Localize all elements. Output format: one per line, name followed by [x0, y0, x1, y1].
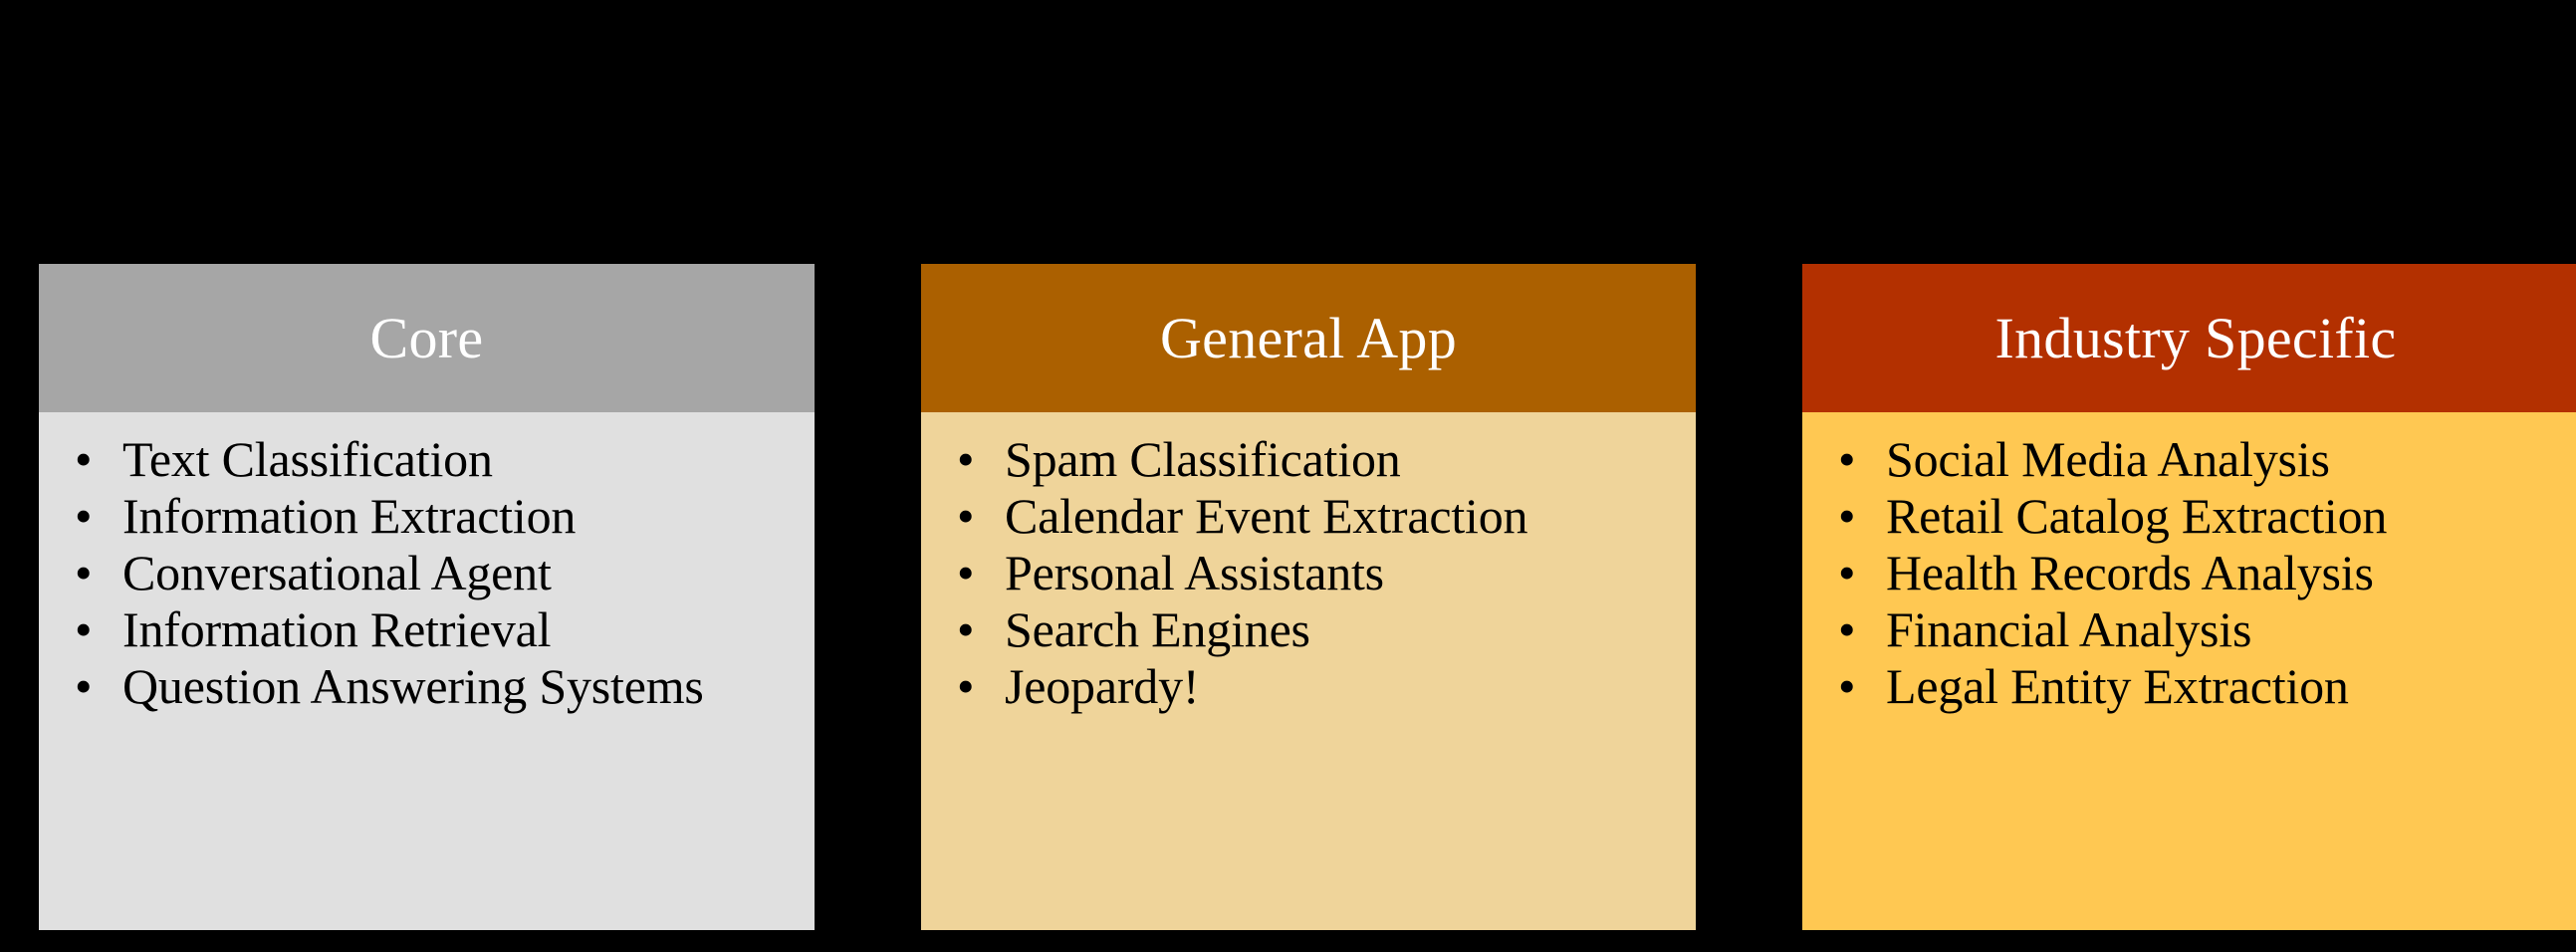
column-body-general-app: • Spam Classification • Calendar Event E… — [921, 412, 1696, 930]
bullet-icon: • — [957, 545, 975, 600]
bullet-icon: • — [75, 431, 93, 487]
list-item: • Social Media Analysis — [1838, 434, 2573, 485]
column-body-industry-specific: • Social Media Analysis • Retail Catalog… — [1802, 412, 2576, 930]
bullet-list-core: • Text Classification • Information Extr… — [75, 434, 799, 712]
column-title-industry-specific: Industry Specific — [1994, 305, 2397, 370]
list-item-label: Financial Analysis — [1886, 601, 2252, 657]
column-header-core: Core — [39, 264, 815, 412]
list-item-label: Legal Entity Extraction — [1886, 658, 2349, 714]
list-item: • Conversational Agent — [75, 548, 799, 598]
bullet-icon: • — [75, 545, 93, 600]
list-item: • Search Engines — [957, 604, 1680, 655]
list-item-label: Personal Assistants — [1005, 545, 1384, 600]
bullet-icon: • — [1838, 488, 1856, 544]
list-item: • Legal Entity Extraction — [1838, 661, 2573, 712]
list-item-label: Calendar Event Extraction — [1005, 488, 1528, 544]
bullet-icon: • — [957, 431, 975, 487]
column-header-general-app: General App — [921, 264, 1696, 412]
list-item-label: Question Answering Systems — [122, 658, 704, 714]
bullet-icon: • — [75, 658, 93, 714]
list-item-label: Conversational Agent — [122, 545, 552, 600]
diagram-canvas: Core • Text Classification • Information… — [0, 0, 2576, 952]
list-item: • Health Records Analysis — [1838, 548, 2573, 598]
list-item-label: Retail Catalog Extraction — [1886, 488, 2388, 544]
list-item-label: Information Retrieval — [122, 601, 552, 657]
list-item-label: Information Extraction — [122, 488, 577, 544]
bullet-icon: • — [957, 601, 975, 657]
column-header-industry-specific: Industry Specific — [1802, 264, 2576, 412]
category-column-general-app: General App • Spam Classification • Cale… — [921, 264, 1696, 930]
list-item-label: Social Media Analysis — [1886, 431, 2330, 487]
bullet-list-industry-specific: • Social Media Analysis • Retail Catalog… — [1838, 434, 2573, 712]
list-item: • Financial Analysis — [1838, 604, 2573, 655]
bullet-icon: • — [957, 488, 975, 544]
bullet-icon: • — [1838, 658, 1856, 714]
category-column-industry-specific: Industry Specific • Social Media Analysi… — [1802, 264, 2576, 930]
list-item: • Calendar Event Extraction — [957, 491, 1680, 542]
bullet-icon: • — [957, 658, 975, 714]
bullet-icon: • — [75, 488, 93, 544]
bullet-list-general-app: • Spam Classification • Calendar Event E… — [957, 434, 1680, 712]
list-item: • Retail Catalog Extraction — [1838, 491, 2573, 542]
category-column-core: Core • Text Classification • Information… — [39, 264, 815, 930]
list-item-label: Text Classification — [122, 431, 493, 487]
list-item: • Jeopardy! — [957, 661, 1680, 712]
list-item-label: Jeopardy! — [1005, 658, 1200, 714]
list-item: • Question Answering Systems — [75, 661, 799, 712]
list-item: • Information Extraction — [75, 491, 799, 542]
list-item-label: Health Records Analysis — [1886, 545, 2374, 600]
bullet-icon: • — [1838, 431, 1856, 487]
bullet-icon: • — [1838, 601, 1856, 657]
bullet-icon: • — [75, 601, 93, 657]
list-item: • Text Classification — [75, 434, 799, 485]
list-item: • Information Retrieval — [75, 604, 799, 655]
column-title-general-app: General App — [1159, 305, 1458, 370]
column-body-core: • Text Classification • Information Extr… — [39, 412, 815, 930]
list-item-label: Spam Classification — [1005, 431, 1401, 487]
list-item: • Personal Assistants — [957, 548, 1680, 598]
list-item-label: Search Engines — [1005, 601, 1310, 657]
list-item: • Spam Classification — [957, 434, 1680, 485]
column-title-core: Core — [369, 305, 484, 370]
bullet-icon: • — [1838, 545, 1856, 600]
